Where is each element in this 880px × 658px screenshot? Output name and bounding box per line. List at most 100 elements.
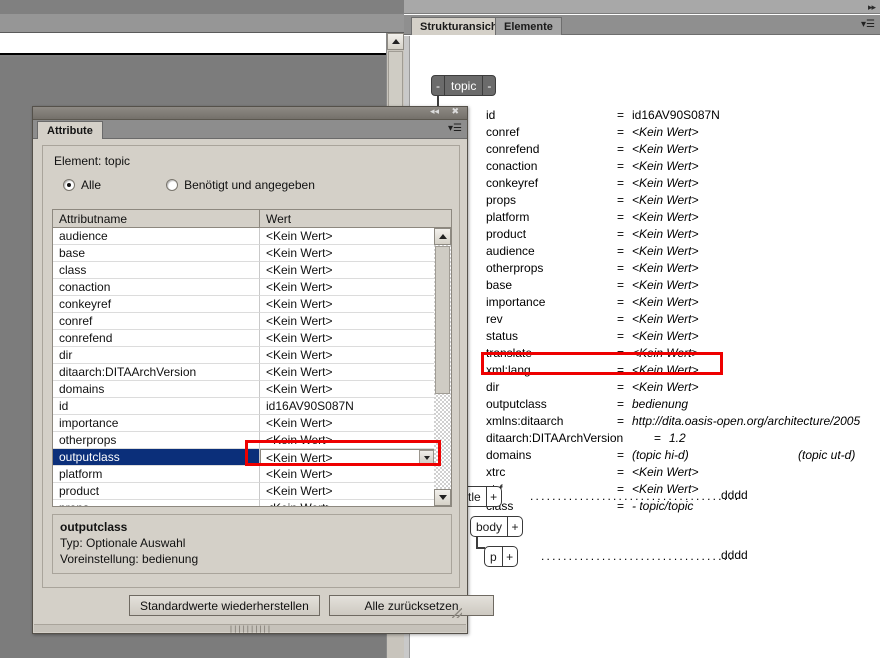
table-row[interactable]: dir <Kein Wert> [53,347,451,364]
equals-sign: = [617,363,625,377]
cell-attribute-value[interactable]: <Kein Wert> [260,364,451,381]
attribute-name: base [486,278,513,292]
structure-attribute-row: translate = <Kein Wert> [486,346,880,363]
equals-sign: = [617,329,625,343]
node-handle-label: - [487,78,492,93]
cell-attribute-value[interactable]: <Kein Wert> [260,466,451,483]
table-row[interactable]: base <Kein Wert> [53,245,451,262]
structure-attribute-row: dir = <Kein Wert> [486,380,880,397]
radio-alle[interactable]: Alle [63,178,101,192]
equals-sign: = [617,295,625,309]
attribute-value: <Kein Wert> [632,142,699,156]
restore-defaults-button[interactable]: Standardwerte wiederherstellen [129,595,320,616]
tree-node-body[interactable]: body + [470,516,524,537]
info-type: Typ: Optionale Auswahl [60,536,186,550]
equals-sign: = [617,380,625,394]
panel-menu-icon[interactable]: ▾☰ [448,123,462,134]
node-leader-dots: ................................... [541,549,735,563]
attribute-value: <Kein Wert> [632,346,699,360]
cell-attribute-name: ditaarch:DITAArchVersion [53,364,260,381]
table-row[interactable]: id id16AV90S087N [53,398,451,415]
scroll-up-button[interactable] [387,33,404,50]
attribute-name: audience [486,244,535,258]
cell-attribute-value[interactable]: <Kein Wert> [260,262,451,279]
chevron-down-icon[interactable] [419,450,434,465]
cell-attribute-value[interactable]: <Kein Wert> [260,432,451,449]
tab-elemente[interactable]: Elemente [495,17,562,35]
attribute-name: outputclass [486,397,547,411]
node-expand-button[interactable]: + [501,547,517,566]
cell-attribute-value[interactable]: <Kein Wert> [260,381,451,398]
attribute-name: xmlns:ditaarch [486,414,564,428]
equals-sign: = [617,142,625,156]
cell-attribute-name: conkeyref [53,296,260,313]
table-row[interactable]: conaction <Kein Wert> [53,279,451,296]
radio-benoetigt-und-angegeben[interactable]: Benötigt und angegeben [166,178,315,192]
panel-top-strip: ▸▸ [404,0,880,14]
attribute-name: id [486,108,496,122]
cell-attribute-value[interactable]: <Kein Wert> [260,228,451,245]
table-row[interactable]: conref <Kein Wert> [53,313,451,330]
equals-sign: = [617,210,625,224]
table-row[interactable]: domains <Kein Wert> [53,381,451,398]
table-row[interactable]: product <Kein Wert> [53,483,451,500]
node-expand-button[interactable]: + [507,517,522,536]
equals-sign: = [617,346,625,360]
cell-attribute-value[interactable]: id16AV90S087N [260,398,451,415]
cell-attribute-value[interactable]: <Kein Wert> [260,245,451,262]
equals-sign: = [617,176,625,190]
column-header-attributname[interactable]: Attributname [53,210,260,228]
structure-attribute-row: status = <Kein Wert> [486,329,880,346]
scroll-down-button[interactable] [434,489,451,506]
attribute-value: <Kein Wert> [632,176,699,190]
cell-attribute-value[interactable]: <Kein Wert> [260,415,451,432]
cell-attribute-value[interactable]: <Kein Wert> [260,296,451,313]
node-collapse-handle-right[interactable]: - [482,76,495,95]
table-vertical-scrollbar[interactable] [434,228,451,506]
scroll-up-button[interactable] [434,228,451,245]
table-row[interactable]: conrefend <Kein Wert> [53,330,451,347]
structure-attribute-row: domains = (topic hi-d) (topic ut-d) [486,448,880,465]
column-header-wert[interactable]: Wert [260,210,451,228]
cell-attribute-value[interactable]: <Kein Wert> [260,347,451,364]
close-icon[interactable]: ✖ [451,107,459,117]
node-text-content: dddd [721,488,748,502]
double-chevron-right-icon[interactable]: ▸▸ [868,2,876,13]
radio-button-icon [166,179,179,191]
structure-attribute-row: rev = <Kein Wert> [486,312,880,329]
outputclass-value-combobox[interactable]: <Kein Wert> [260,449,436,466]
scrollbar-thumb[interactable] [435,246,450,394]
cell-attribute-value[interactable]: <Kein Wert> [260,330,451,347]
dialog-resize-grip[interactable] [452,608,462,618]
table-row[interactable]: props <Kein Wert> [53,500,451,506]
table-row[interactable]: class <Kein Wert> [53,262,451,279]
cell-attribute-value[interactable]: <Kein Wert> [260,500,451,506]
node-expand-button[interactable]: + [485,487,501,506]
panel-menu-icon[interactable]: ▾☰ [861,19,875,30]
dialog-titlebar[interactable]: ◂◂ ✖ [33,107,467,120]
tab-attribute[interactable]: Attribute [37,121,103,139]
node-collapse-handle-left[interactable]: - [432,76,445,95]
cell-attribute-value[interactable]: <Kein Wert> [260,313,451,330]
structure-attribute-row: conrefend = <Kein Wert> [486,142,880,159]
tree-node-p[interactable]: p + [484,546,518,567]
combobox-value: <Kein Wert> [266,450,333,465]
collapse-icon[interactable]: ◂◂ [430,107,439,117]
table-row[interactable]: importance <Kein Wert> [53,415,451,432]
table-row[interactable]: platform <Kein Wert> [53,466,451,483]
table-row[interactable]: otherprops <Kein Wert> [53,432,451,449]
table-row[interactable]: audience <Kein Wert> [53,228,451,245]
tree-node-topic[interactable]: - topic - [431,75,497,96]
table-row-selected-outputclass[interactable]: outputclass <Kein Wert> [53,449,451,466]
dialog-footer-grip[interactable]: |||||||||| [34,624,466,633]
attribute-dialog: ◂◂ ✖ Attribute ▾☰ Element: topic Alle Be… [32,106,494,634]
table-row[interactable]: conkeyref <Kein Wert> [53,296,451,313]
attribute-value: <Kein Wert> [632,227,699,241]
equals-sign: = [617,108,625,122]
table-row[interactable]: ditaarch:DITAArchVersion <Kein Wert> [53,364,451,381]
grip-dots-icon: |||||||||| [228,624,272,633]
cell-attribute-value[interactable]: <Kein Wert> [260,483,451,500]
cell-attribute-value[interactable]: <Kein Wert> [260,279,451,296]
reset-all-button[interactable]: Alle zurücksetzen [329,595,494,616]
tab-label: Strukturansicht [420,20,502,33]
